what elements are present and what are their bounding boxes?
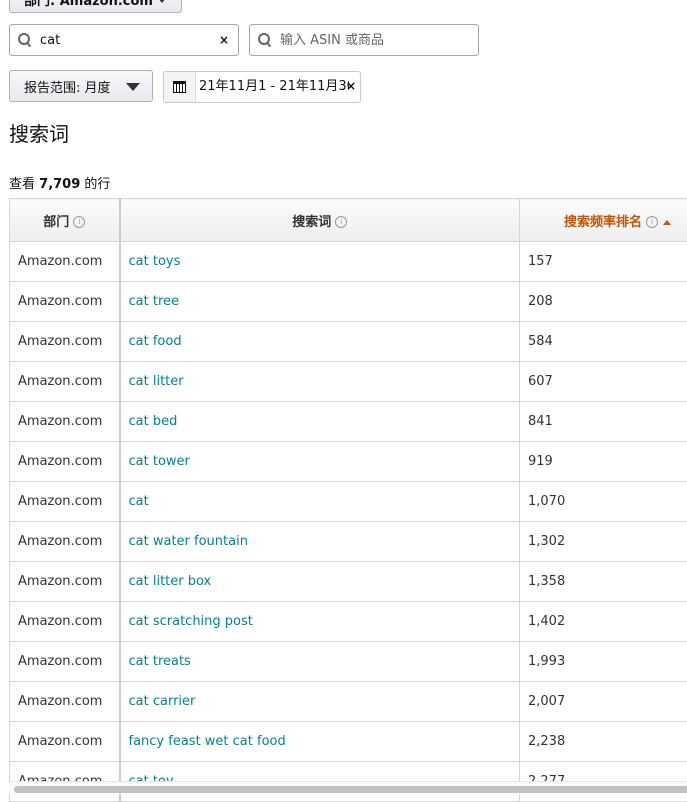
rank-cell: 2,007	[520, 682, 687, 722]
column-header-department[interactable]: 部门i	[10, 199, 120, 242]
department-cell: Amazon.com	[10, 442, 120, 482]
search-term-cell: fancy feast wet cat food	[120, 722, 520, 762]
department-cell: Amazon.com	[10, 402, 120, 442]
table-row: Amazon.com cat treats 1,993	[10, 642, 687, 682]
info-icon[interactable]: i	[73, 216, 85, 228]
search-term-link[interactable]: cat litter	[129, 374, 184, 389]
search-term-cell: cat toys	[120, 242, 520, 282]
rank-cell: 841	[520, 402, 687, 442]
clear-icon[interactable]: ×	[346, 79, 356, 93]
table-row: Amazon.com cat 1,070	[10, 482, 687, 522]
search-term-link[interactable]: cat toys	[129, 254, 181, 269]
search-term-link[interactable]: cat carrier	[129, 694, 196, 709]
table-row: Amazon.com cat water fountain 1,302	[10, 522, 687, 562]
department-cell: Amazon.com	[10, 642, 120, 682]
department-cell: Amazon.com	[10, 562, 120, 602]
search-term-link[interactable]: cat scratching post	[129, 614, 253, 629]
keyword-search-field[interactable]: ×	[9, 24, 239, 56]
row-count-prefix: 查看	[9, 177, 35, 192]
search-term-cell: cat litter	[120, 362, 520, 402]
department-cell: Amazon.com	[10, 282, 120, 322]
table-row: Amazon.com cat food 584	[10, 322, 687, 362]
search-term-cell: cat bed	[120, 402, 520, 442]
asin-search-field[interactable]	[249, 24, 479, 56]
search-term-cell: cat tree	[120, 282, 520, 322]
rank-cell: 607	[520, 362, 687, 402]
row-count: 查看 7,709 的行	[9, 173, 110, 192]
keyword-search-input[interactable]	[40, 33, 200, 48]
table-row: Amazon.com fancy feast wet cat food 2,238	[10, 722, 687, 762]
chevron-down-icon	[157, 0, 167, 3]
report-range-dropdown[interactable]: 报告范围: 月度	[9, 70, 153, 102]
report-range-label: 报告范围: 月度	[24, 77, 111, 96]
search-term-link[interactable]: cat tower	[129, 454, 190, 469]
rank-cell: 919	[520, 442, 687, 482]
rank-cell: 208	[520, 282, 687, 322]
table-row: Amazon.com cat tower 919	[10, 442, 687, 482]
clear-icon[interactable]: ×	[219, 33, 229, 47]
search-term-cell: cat litter box	[120, 562, 520, 602]
info-icon[interactable]: i	[646, 216, 658, 228]
search-term-link[interactable]: cat litter box	[129, 574, 212, 589]
table-row: Amazon.com cat scratching post 1,402	[10, 602, 687, 642]
table-row: Amazon.com cat tree 208	[10, 282, 687, 322]
column-header-search-frequency-rank[interactable]: 搜索频率排名i	[520, 199, 687, 242]
search-term-link[interactable]: cat	[129, 494, 149, 509]
search-term-link[interactable]: fancy feast wet cat food	[129, 734, 286, 749]
rank-cell: 1,993	[520, 642, 687, 682]
caret-down-icon	[126, 83, 140, 91]
department-cell: Amazon.com	[10, 602, 120, 642]
search-term-cell: cat	[120, 482, 520, 522]
search-term-link[interactable]: cat water fountain	[129, 534, 248, 549]
calendar-button[interactable]	[164, 72, 196, 102]
rank-cell: 584	[520, 322, 687, 362]
search-icon	[18, 33, 32, 47]
department-cell: Amazon.com	[10, 722, 120, 762]
date-range-picker[interactable]: 21年11月1 - 21年11月30 ×	[163, 71, 361, 103]
rank-cell: 1,302	[520, 522, 687, 562]
calendar-icon	[173, 81, 186, 93]
rank-cell: 157	[520, 242, 687, 282]
department-cell: Amazon.com	[10, 522, 120, 562]
department-cell: Amazon.com	[10, 322, 120, 362]
table-row: Amazon.com cat carrier 2,007	[10, 682, 687, 722]
table-header-row: 部门i 搜索词i 搜索频率排名i	[10, 199, 687, 242]
search-term-cell: cat carrier	[120, 682, 520, 722]
search-terms-table: 部门i 搜索词i 搜索频率排名i Amazon.comcat toys157Am…	[9, 198, 687, 802]
sort-ascending-icon	[663, 220, 671, 225]
department-dropdown[interactable]: 部门: Amazon.com	[9, 0, 182, 13]
search-term-cell: cat treats	[120, 642, 520, 682]
search-term-link[interactable]: cat food	[129, 334, 182, 349]
search-icon	[258, 33, 272, 47]
search-term-link[interactable]: cat treats	[129, 654, 191, 669]
search-term-cell: cat food	[120, 322, 520, 362]
rank-cell: 2,238	[520, 722, 687, 762]
page-title: 搜索词	[9, 118, 69, 147]
search-term-cell: cat tower	[120, 442, 520, 482]
info-icon[interactable]: i	[335, 216, 347, 228]
search-term-cell: cat water fountain	[120, 522, 520, 562]
table-row: Amazon.com cat litter box 1,358	[10, 562, 687, 602]
asin-search-input[interactable]	[280, 33, 440, 48]
column-header-search-term[interactable]: 搜索词i	[120, 199, 520, 242]
department-label: 部门: Amazon.com	[24, 0, 153, 9]
search-term-cell: cat scratching post	[120, 602, 520, 642]
search-term-link[interactable]: cat bed	[129, 414, 178, 429]
table-row: Amazon.com cat bed 841	[10, 402, 687, 442]
table-row: Amazon.com cat toys 157	[10, 242, 687, 282]
rank-cell: 1,402	[520, 602, 687, 642]
rank-cell: 1,070	[520, 482, 687, 522]
department-cell: Amazon.com	[10, 362, 120, 402]
date-range-input[interactable]: 21年11月1 - 21年11月30	[196, 72, 349, 102]
row-count-value: 7,709	[39, 177, 80, 192]
search-term-link[interactable]: cat tree	[129, 294, 180, 309]
row-count-suffix: 的行	[84, 177, 110, 192]
table-row: Amazon.com cat litter 607	[10, 362, 687, 402]
department-cell: Amazon.com	[10, 242, 120, 282]
horizontal-scrollbar-thumb[interactable]	[14, 786, 687, 793]
rank-cell: 1,358	[520, 562, 687, 602]
department-cell: Amazon.com	[10, 682, 120, 722]
department-cell: Amazon.com	[10, 482, 120, 522]
